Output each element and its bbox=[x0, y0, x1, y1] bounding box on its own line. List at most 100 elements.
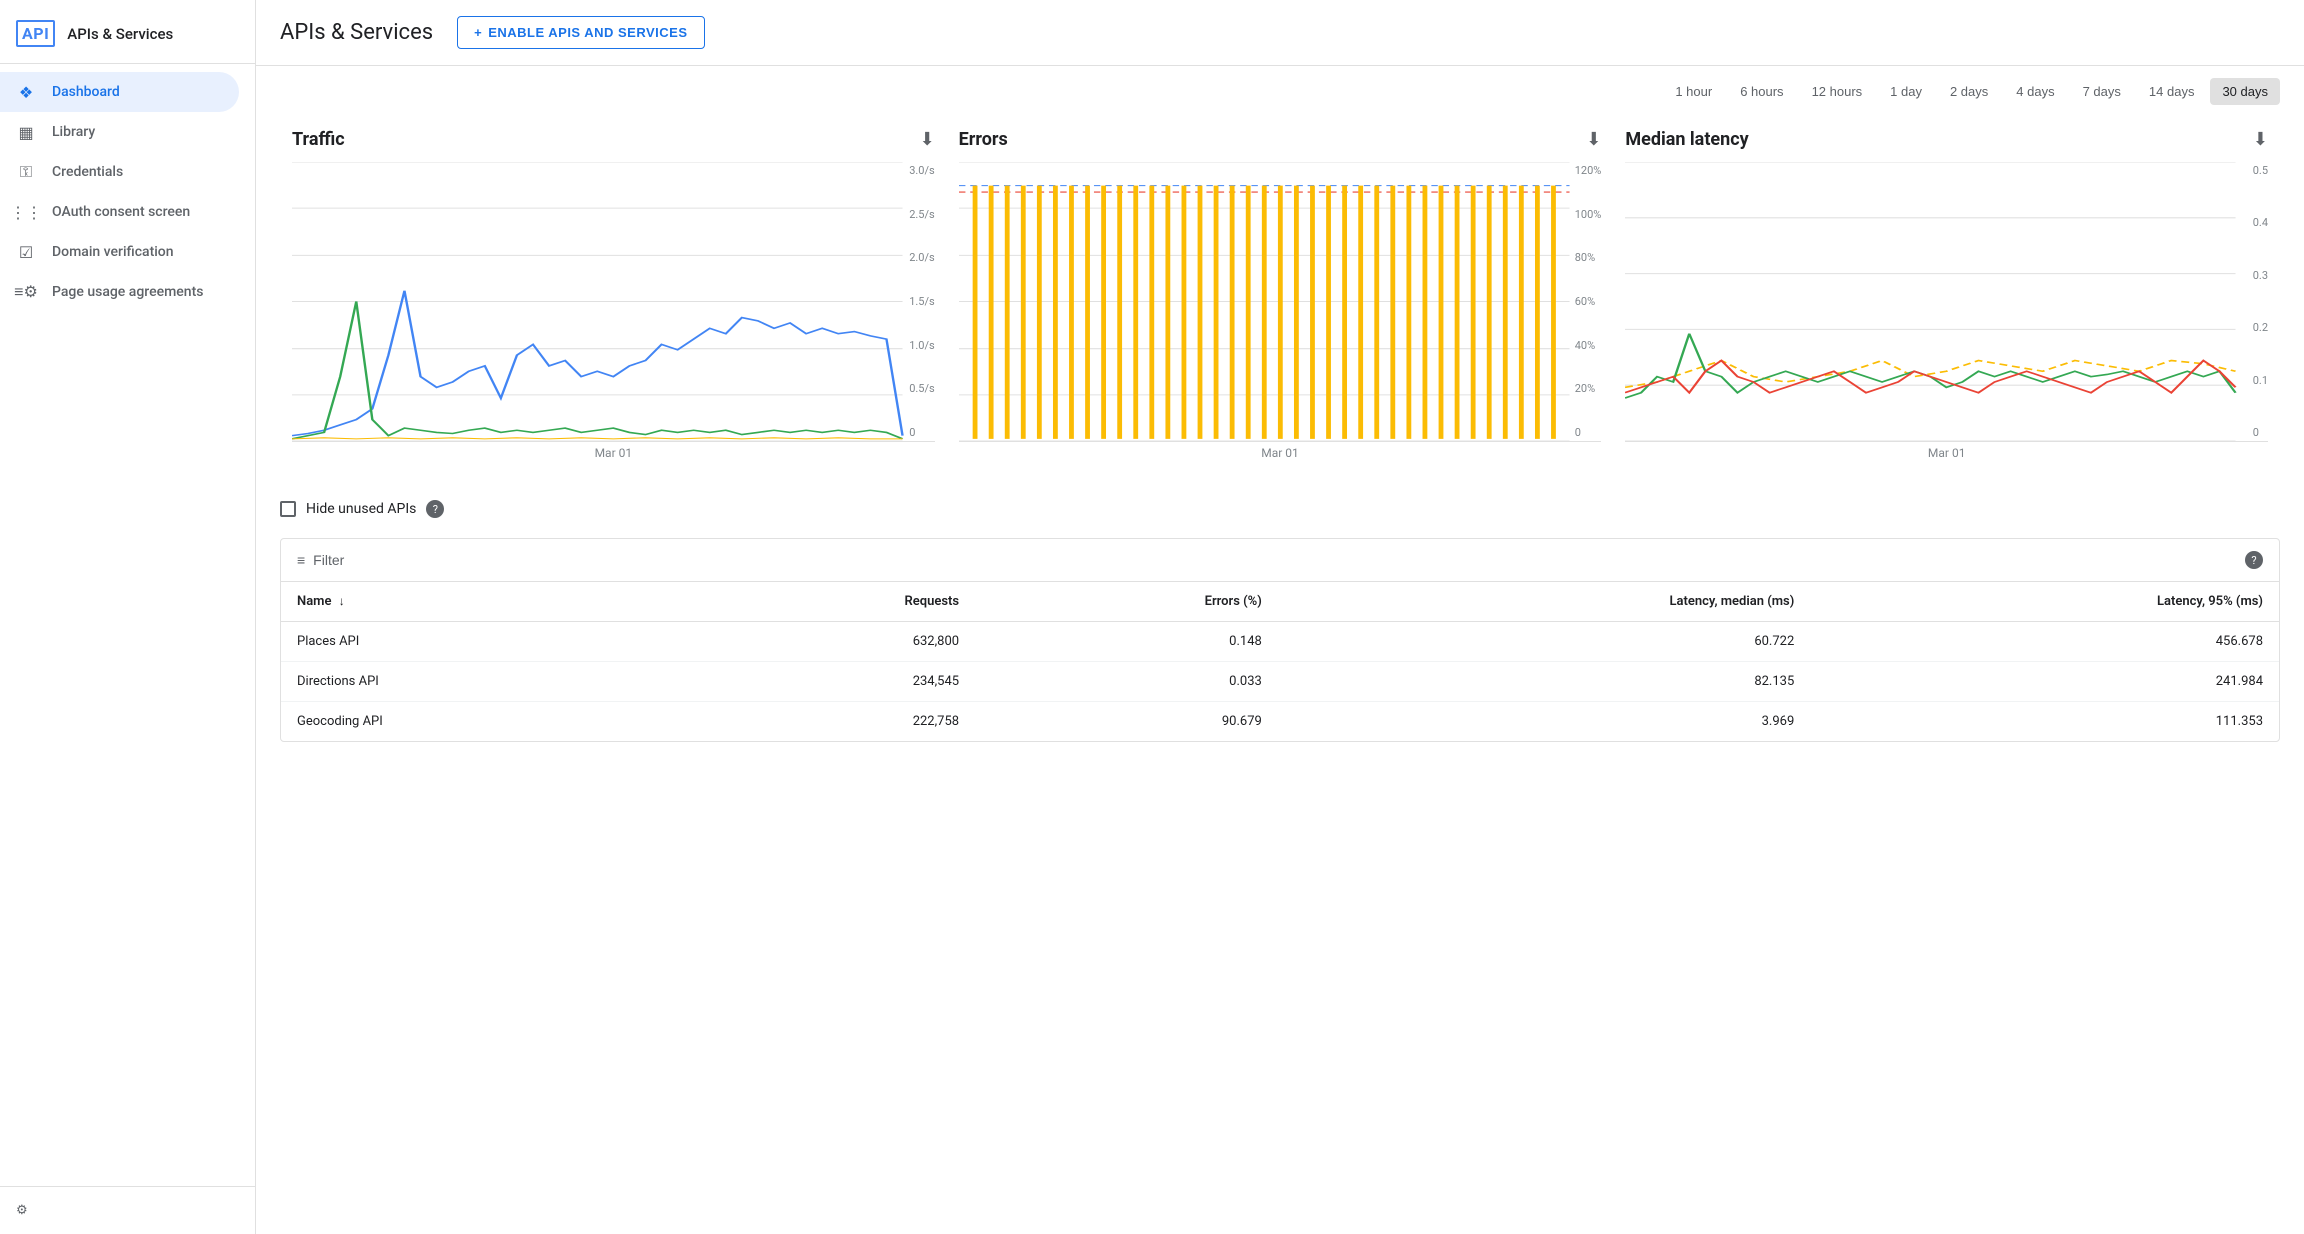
cell-latency-95: 456.678 bbox=[1810, 622, 2279, 662]
hide-unused-help-icon[interactable]: ? bbox=[426, 500, 444, 518]
time-btn-7days[interactable]: 7 days bbox=[2071, 78, 2133, 105]
cell-latency-median: 3.969 bbox=[1278, 702, 1810, 742]
cell-errors: 90.679 bbox=[975, 702, 1278, 742]
latency-chart-title: Median latency bbox=[1625, 129, 1748, 150]
cell-name: Places API bbox=[281, 622, 681, 662]
errors-chart-area: 120%100%80%60%40%20%0 bbox=[959, 162, 1602, 442]
sidebar-item-label-oauth: OAuth consent screen bbox=[52, 204, 190, 220]
main-content: APIs & Services + ENABLE APIS AND SERVIC… bbox=[256, 0, 2304, 1234]
col-requests[interactable]: Requests bbox=[681, 582, 975, 622]
enable-apis-button[interactable]: + ENABLE APIS AND SERVICES bbox=[457, 16, 704, 49]
enable-label: ENABLE APIS AND SERVICES bbox=[488, 25, 687, 40]
time-filter-bar: 1 hour 6 hours 12 hours 1 day 2 days 4 d… bbox=[256, 66, 2304, 113]
time-btn-1day[interactable]: 1 day bbox=[1878, 78, 1934, 105]
traffic-chart-area: 3.0/s2.5/s2.0/s1.5/s1.0/s0.5/s0 bbox=[292, 162, 935, 442]
col-latency-median[interactable]: Latency, median (ms) bbox=[1278, 582, 1810, 622]
col-latency-95[interactable]: Latency, 95% (ms) bbox=[1810, 582, 2279, 622]
cell-requests: 632,800 bbox=[681, 622, 975, 662]
sidebar-item-domain[interactable]: ☑ Domain verification bbox=[0, 232, 239, 272]
hide-unused-row: Hide unused APIs ? bbox=[280, 500, 2280, 518]
domain-icon: ☑ bbox=[16, 242, 36, 262]
latency-chart-header: Median latency ⬇ bbox=[1625, 129, 2268, 150]
time-btn-4days[interactable]: 4 days bbox=[2004, 78, 2066, 105]
traffic-chart: Traffic ⬇ bbox=[280, 129, 947, 460]
traffic-download-icon[interactable]: ⬇ bbox=[920, 129, 935, 150]
main-header: APIs & Services + ENABLE APIS AND SERVIC… bbox=[256, 0, 2304, 66]
time-btn-30days[interactable]: 30 days bbox=[2210, 78, 2280, 105]
dashboard-icon: ❖ bbox=[16, 82, 36, 102]
table-toolbar: ≡ Filter ? bbox=[281, 539, 2279, 582]
latency-download-icon[interactable]: ⬇ bbox=[2253, 129, 2268, 150]
sidebar-logo: API APIs & Services bbox=[0, 8, 255, 64]
errors-chart-header: Errors ⬇ bbox=[959, 129, 1602, 150]
hide-unused-label: Hide unused APIs bbox=[306, 501, 416, 517]
sort-icon: ↓ bbox=[339, 594, 345, 608]
settings-icon: ⚙ bbox=[16, 1203, 28, 1218]
sidebar-item-dashboard[interactable]: ❖ Dashboard bbox=[0, 72, 239, 112]
time-btn-2days[interactable]: 2 days bbox=[1938, 78, 2000, 105]
errors-x-label: Mar 01 bbox=[959, 446, 1602, 460]
sidebar-bottom: ⚙ bbox=[0, 1186, 255, 1234]
sidebar-item-oauth[interactable]: ⋮⋮ OAuth consent screen bbox=[0, 192, 239, 232]
charts-section: Traffic ⬇ bbox=[256, 113, 2304, 484]
sidebar-title: APIs & Services bbox=[67, 25, 173, 43]
cell-requests: 222,758 bbox=[681, 702, 975, 742]
cell-errors: 0.033 bbox=[975, 662, 1278, 702]
sidebar-item-label-domain: Domain verification bbox=[52, 244, 174, 260]
errors-chart-title: Errors bbox=[959, 129, 1008, 150]
enable-icon: + bbox=[474, 25, 482, 40]
api-table-container: ≡ Filter ? Name ↓ Requests Errors (%) La… bbox=[280, 538, 2280, 742]
time-btn-14days[interactable]: 14 days bbox=[2137, 78, 2207, 105]
sidebar-item-label-pageusage: Page usage agreements bbox=[52, 284, 203, 300]
sidebar-item-label-credentials: Credentials bbox=[52, 164, 123, 180]
cell-latency-median: 60.722 bbox=[1278, 622, 1810, 662]
traffic-chart-header: Traffic ⬇ bbox=[292, 129, 935, 150]
pageusage-icon: ≡⚙ bbox=[16, 282, 36, 302]
hide-unused-checkbox[interactable] bbox=[280, 501, 296, 517]
cell-latency-95: 111.353 bbox=[1810, 702, 2279, 742]
col-name[interactable]: Name ↓ bbox=[281, 582, 681, 622]
cell-requests: 234,545 bbox=[681, 662, 975, 702]
col-errors[interactable]: Errors (%) bbox=[975, 582, 1278, 622]
oauth-icon: ⋮⋮ bbox=[16, 202, 36, 222]
sidebar-nav: ❖ Dashboard ▦ Library ⚿ Credentials ⋮⋮ OAuth co… bbox=[0, 72, 255, 312]
sidebar: API APIs & Services ❖ Dashboard ▦ Library ⚿ C… bbox=[0, 0, 256, 1234]
errors-y-labels: 120%100%80%60%40%20%0 bbox=[1575, 162, 1602, 441]
traffic-x-label: Mar 01 bbox=[292, 446, 935, 460]
table-row[interactable]: Places API 632,800 0.148 60.722 456.678 bbox=[281, 622, 2279, 662]
sidebar-item-credentials[interactable]: ⚿ Credentials bbox=[0, 152, 239, 192]
cell-errors: 0.148 bbox=[975, 622, 1278, 662]
table-body: Places API 632,800 0.148 60.722 456.678 … bbox=[281, 622, 2279, 742]
cell-latency-95: 241.984 bbox=[1810, 662, 2279, 702]
filter-button[interactable]: ≡ Filter bbox=[297, 552, 344, 568]
filter-icon: ≡ bbox=[297, 552, 305, 568]
filter-label: Filter bbox=[313, 552, 344, 568]
table-row[interactable]: Geocoding API 222,758 90.679 3.969 111.3… bbox=[281, 702, 2279, 742]
cell-name: Geocoding API bbox=[281, 702, 681, 742]
latency-x-label: Mar 01 bbox=[1625, 446, 2268, 460]
traffic-chart-title: Traffic bbox=[292, 129, 345, 150]
sidebar-item-label-dashboard: Dashboard bbox=[52, 84, 120, 100]
traffic-y-labels: 3.0/s2.5/s2.0/s1.5/s1.0/s0.5/s0 bbox=[909, 162, 934, 441]
credentials-icon: ⚿ bbox=[16, 162, 36, 182]
time-btn-6hours[interactable]: 6 hours bbox=[1728, 78, 1795, 105]
errors-chart: Errors ⬇ bbox=[947, 129, 1614, 460]
api-logo: API bbox=[16, 20, 55, 47]
sidebar-item-library[interactable]: ▦ Library bbox=[0, 112, 239, 152]
sidebar-item-pageusage[interactable]: ≡⚙ Page usage agreements bbox=[0, 272, 239, 312]
time-btn-1hour[interactable]: 1 hour bbox=[1663, 78, 1724, 105]
latency-y-labels: 0.50.40.30.20.10 bbox=[2253, 162, 2268, 441]
bottom-section: Hide unused APIs ? ≡ Filter ? Name ↓ Req… bbox=[256, 484, 2304, 758]
page-title: APIs & Services bbox=[280, 20, 433, 45]
latency-chart-area: 0.50.40.30.20.10 bbox=[1625, 162, 2268, 442]
latency-chart: Median latency ⬇ bbox=[1613, 129, 2280, 460]
api-table: Name ↓ Requests Errors (%) Latency, medi… bbox=[281, 582, 2279, 741]
library-icon: ▦ bbox=[16, 122, 36, 142]
cell-name: Directions API bbox=[281, 662, 681, 702]
cell-latency-median: 82.135 bbox=[1278, 662, 1810, 702]
table-row[interactable]: Directions API 234,545 0.033 82.135 241.… bbox=[281, 662, 2279, 702]
errors-download-icon[interactable]: ⬇ bbox=[1586, 129, 1601, 150]
table-help-icon[interactable]: ? bbox=[2245, 551, 2263, 569]
time-btn-12hours[interactable]: 12 hours bbox=[1800, 78, 1875, 105]
sidebar-item-label-library: Library bbox=[52, 124, 95, 140]
